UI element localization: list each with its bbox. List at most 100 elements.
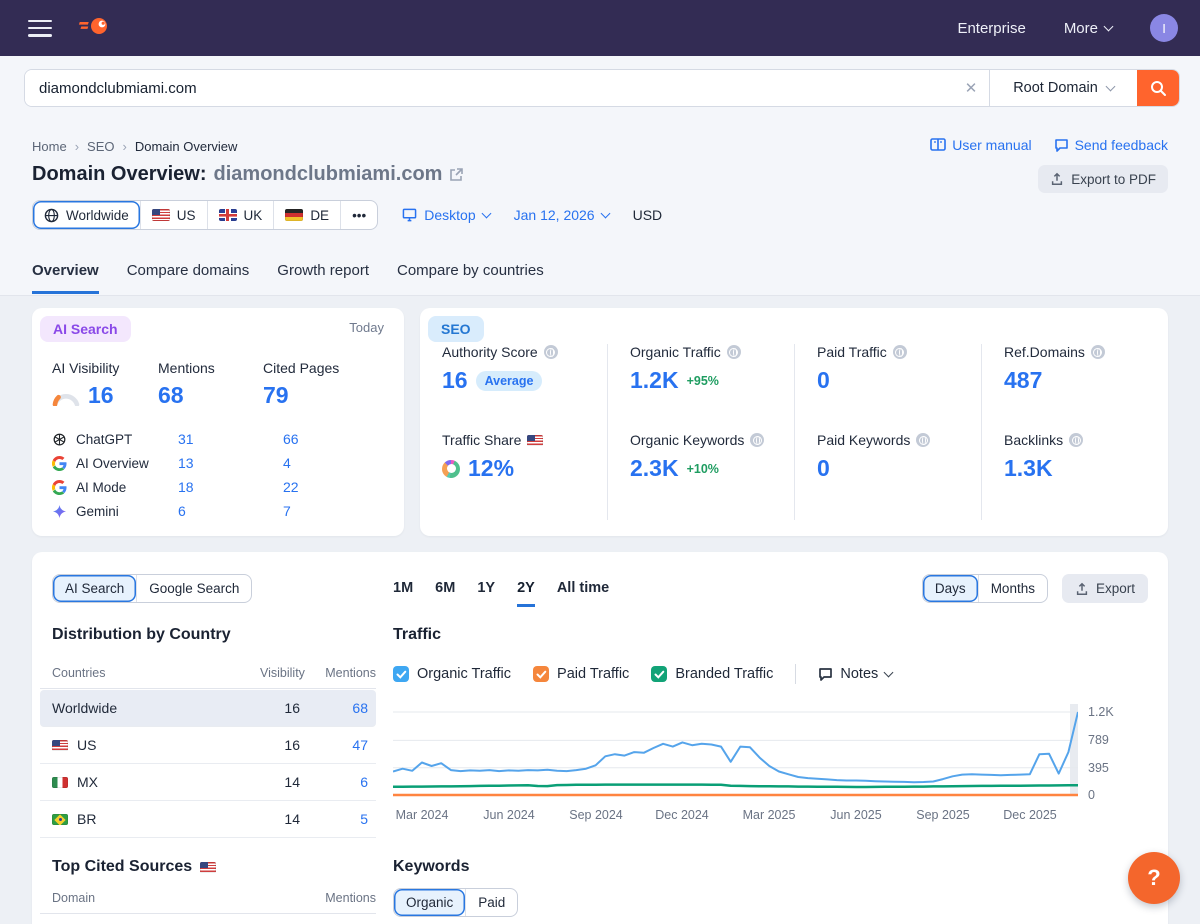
visibility-gauge-icon [52, 394, 80, 406]
ai-overview-cited[interactable]: 4 [283, 455, 291, 471]
chevron-down-icon [883, 667, 894, 678]
info-globe-icon[interactable] [892, 345, 907, 359]
uk-flag-icon [218, 209, 237, 221]
range-1m[interactable]: 1M [393, 580, 413, 607]
granularity-toggle: Days Months [921, 574, 1048, 603]
scope-select[interactable]: Root Domain [989, 70, 1137, 106]
region-us[interactable]: US [139, 201, 207, 229]
y-tick-label: 395 [1088, 761, 1109, 775]
range-1y[interactable]: 1Y [477, 580, 495, 607]
breadcrumb-home[interactable]: Home [32, 139, 67, 154]
organic-keywords-value: 2.3K [630, 455, 679, 481]
organic-traffic-delta: +95% [686, 373, 719, 388]
date-select[interactable]: Jan 12, 2026 [514, 207, 611, 223]
country-row-br[interactable]: BR 14 5 [40, 801, 376, 838]
breadcrumb-seo[interactable]: SEO [87, 139, 114, 154]
col-header-source-mentions: Mentions [325, 891, 376, 905]
range-all-time[interactable]: All time [557, 580, 609, 607]
mentions-total-value[interactable]: 68 [158, 382, 184, 409]
checkbox-organic[interactable] [393, 666, 409, 682]
region-more-button[interactable]: ••• [340, 201, 377, 229]
worldwide-mentions[interactable]: 68 [328, 700, 368, 716]
br-visibility: 14 [284, 811, 300, 827]
info-globe-icon[interactable] [1090, 345, 1105, 359]
range-2y[interactable]: 2Y [517, 580, 535, 607]
domain-search-bar: ✕ Root Domain [24, 69, 1180, 107]
x-tick-label: Dec 2025 [1003, 808, 1057, 822]
legend-organic-traffic[interactable]: Organic Traffic [393, 666, 511, 682]
chatgpt-mentions[interactable]: 31 [178, 431, 194, 447]
distribution-by-country-title: Distribution by Country [52, 626, 231, 643]
checkbox-branded[interactable] [651, 666, 668, 682]
br-mentions[interactable]: 5 [328, 811, 368, 827]
checkbox-paid[interactable] [533, 666, 550, 682]
currency-label: USD [632, 207, 663, 223]
us-mentions[interactable]: 47 [328, 737, 368, 753]
region-uk[interactable]: UK [206, 201, 274, 229]
col-header-ai-visibility: AI Visibility [52, 360, 120, 376]
export-chart-button[interactable]: Export [1061, 574, 1148, 603]
gemini-cited[interactable]: 7 [283, 503, 291, 519]
toggle-ai-search[interactable]: AI Search [53, 575, 137, 602]
mx-mentions[interactable]: 6 [328, 774, 368, 790]
toggle-google-search[interactable]: Google Search [136, 575, 251, 602]
help-button[interactable]: ? [1128, 852, 1180, 904]
enterprise-link[interactable]: Enterprise [957, 20, 1025, 37]
device-select[interactable]: Desktop [402, 207, 492, 223]
search-button[interactable] [1137, 70, 1179, 106]
col-header-visibility: Visibility [260, 666, 305, 680]
legend-paid-traffic[interactable]: Paid Traffic [533, 666, 629, 682]
country-row-us[interactable]: US 16 47 [40, 727, 376, 764]
tab-overview[interactable]: Overview [32, 262, 99, 294]
semrush-logo-icon[interactable] [78, 15, 110, 42]
tab-compare-domains[interactable]: Compare domains [127, 262, 250, 294]
user-manual-link[interactable]: User manual [930, 137, 1032, 153]
info-globe-icon[interactable] [916, 433, 931, 447]
country-row-worldwide[interactable]: Worldwide 16 68 [40, 690, 376, 727]
hamburger-menu-icon[interactable] [28, 19, 52, 37]
x-tick-label: Sep 2025 [916, 808, 970, 822]
google-icon [52, 479, 67, 495]
traffic-chart[interactable] [393, 700, 1078, 800]
divider [795, 664, 797, 684]
metric-paid-keywords: Paid Keywords 0 [817, 432, 981, 520]
external-link-icon[interactable] [449, 167, 464, 182]
platform-row-ai-overview: AI Overview [52, 451, 384, 475]
send-feedback-link[interactable]: Send feedback [1054, 137, 1168, 153]
ai-mode-cited[interactable]: 22 [283, 479, 299, 495]
export-to-pdf-button[interactable]: Export to PDF [1038, 165, 1168, 193]
chatgpt-cited[interactable]: 66 [283, 431, 299, 447]
info-globe-icon[interactable] [543, 345, 558, 359]
traffic-share-donut-icon [442, 459, 460, 478]
avatar[interactable]: I [1150, 14, 1178, 42]
toggle-organic-keywords[interactable]: Organic [394, 889, 466, 916]
search-input[interactable] [25, 70, 953, 106]
toggle-months[interactable]: Months [977, 575, 1047, 602]
region-de[interactable]: DE [273, 201, 340, 229]
google-icon [52, 455, 67, 471]
tab-compare-by-countries[interactable]: Compare by countries [397, 262, 544, 294]
info-globe-icon[interactable] [726, 345, 741, 359]
more-menu[interactable]: More [1064, 20, 1114, 37]
globe-icon [44, 208, 59, 222]
cited-pages-total-value[interactable]: 79 [263, 382, 289, 409]
ai-mode-mentions[interactable]: 18 [178, 479, 194, 495]
clear-search-icon[interactable]: ✕ [953, 70, 989, 106]
legend-branded-traffic[interactable]: Branded Traffic [651, 666, 773, 682]
toggle-paid-keywords[interactable]: Paid [465, 889, 517, 916]
toggle-days[interactable]: Days [922, 575, 978, 602]
ai-overview-mentions[interactable]: 13 [178, 455, 194, 471]
us-flag-icon [52, 739, 68, 751]
info-globe-icon[interactable] [750, 433, 765, 447]
top-cited-sources-title: Top Cited Sources [52, 858, 217, 876]
mx-visibility: 14 [284, 774, 300, 790]
gemini-mentions[interactable]: 6 [178, 503, 186, 519]
region-worldwide[interactable]: Worldwide [33, 201, 140, 229]
metric-ref-domains: Ref.Domains 487 [1004, 344, 1168, 432]
info-globe-icon[interactable] [1069, 433, 1084, 447]
mx-flag-icon [52, 776, 68, 788]
range-6m[interactable]: 6M [435, 580, 455, 607]
tab-growth-report[interactable]: Growth report [277, 262, 369, 294]
notes-dropdown[interactable]: Notes [818, 666, 894, 682]
country-row-mx[interactable]: MX 14 6 [40, 764, 376, 801]
